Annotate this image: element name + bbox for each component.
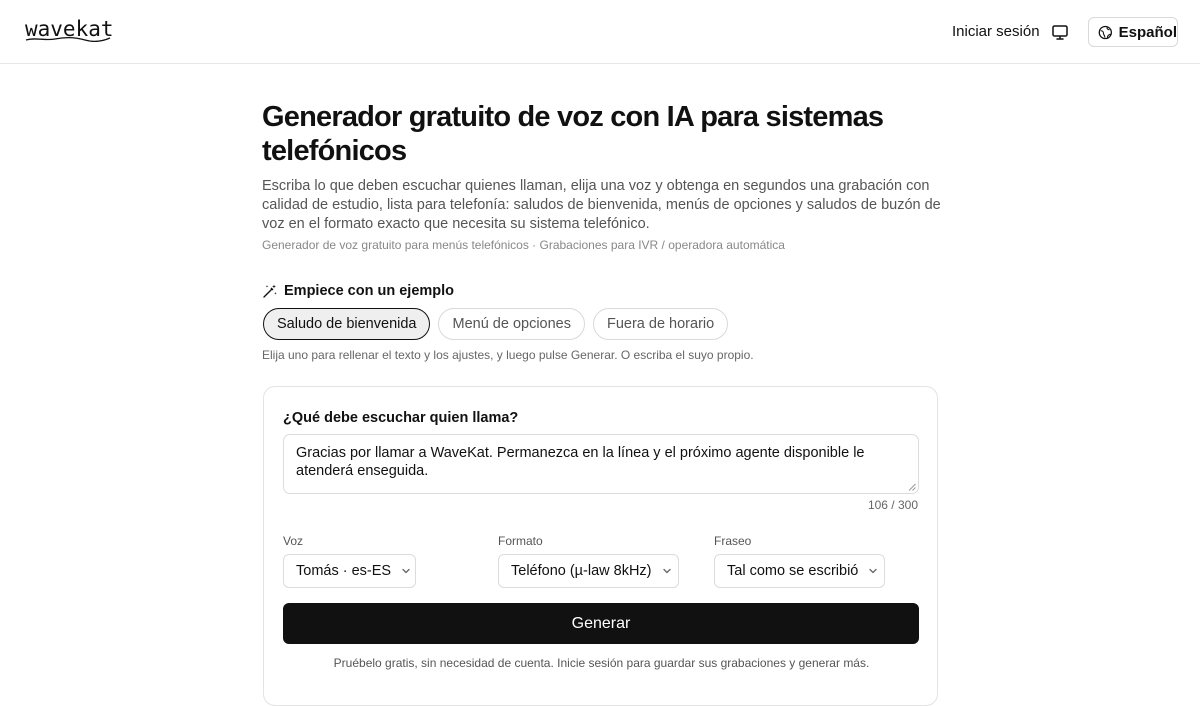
magic-wand-icon <box>263 284 277 298</box>
chevron-down-icon <box>869 568 878 574</box>
example-chip-welcome[interactable]: Saludo de bienvenida <box>263 308 431 340</box>
prompt-textarea[interactable]: Gracias por llamar a WaveKat. Permanezca… <box>283 434 919 494</box>
example-chip-after-hours[interactable]: Fuera de horario <box>592 308 729 340</box>
phrasing-select[interactable]: Tal como se escribió <box>714 554 885 588</box>
globe-icon <box>1098 25 1113 39</box>
phrasing-label: Fraseo <box>714 534 752 548</box>
voice-label: Voz <box>283 534 304 548</box>
chevron-down-icon <box>402 568 410 574</box>
phrasing-value: Tal como se escribió <box>727 563 859 579</box>
resize-handle-icon[interactable] <box>908 483 916 491</box>
voice-value: Tomás · es-ES <box>296 563 392 579</box>
login-link[interactable]: Iniciar sesión <box>952 23 1040 40</box>
prompt-text: Gracias por llamar a WaveKat. Permanezca… <box>296 445 865 479</box>
page-description: Escriba lo que deben escuchar quienes ll… <box>262 178 941 232</box>
hero-section: Generador gratuito de voz con IA para si… <box>262 100 942 252</box>
format-select[interactable]: Teléfono (µ-law 8kHz) <box>498 554 679 588</box>
language-label: Español <box>1118 23 1177 41</box>
page-title: Generador gratuito de voz con IA para si… <box>262 101 884 167</box>
generator-card: ¿Qué debe escuchar quien llama? Gracias … <box>263 386 938 706</box>
format-value: Teléfono (µ-law 8kHz) <box>511 563 652 579</box>
logo-wave-underline <box>25 36 111 42</box>
voice-select[interactable]: Tomás · es-ES <box>283 554 416 588</box>
top-bar: wavekat Iniciar sesión Español <box>0 0 1200 64</box>
character-counter: 106 / 300 <box>867 498 918 512</box>
prompt-label: ¿Qué debe escuchar quien llama? <box>283 410 519 426</box>
example-chips: Saludo de bienvenida Menú de opciones Fu… <box>263 308 729 340</box>
page-tagline: Generador de voz gratuito para menús tel… <box>262 238 785 252</box>
monitor-icon[interactable] <box>1050 22 1070 42</box>
example-chip-options-menu[interactable]: Menú de opciones <box>438 308 585 340</box>
examples-heading: Empiece con un ejemplo <box>262 283 454 299</box>
examples-heading-label: Empiece con un ejemplo <box>284 283 455 299</box>
chevron-down-icon <box>662 568 671 574</box>
language-selector[interactable]: Español <box>1088 17 1178 47</box>
format-label: Formato <box>498 534 543 548</box>
free-trial-note: Pruébelo gratis, sin necesidad de cuenta… <box>333 656 870 670</box>
examples-hint: Elija uno para rellenar el texto y los a… <box>262 348 754 362</box>
generate-button[interactable]: Generar <box>283 603 919 644</box>
